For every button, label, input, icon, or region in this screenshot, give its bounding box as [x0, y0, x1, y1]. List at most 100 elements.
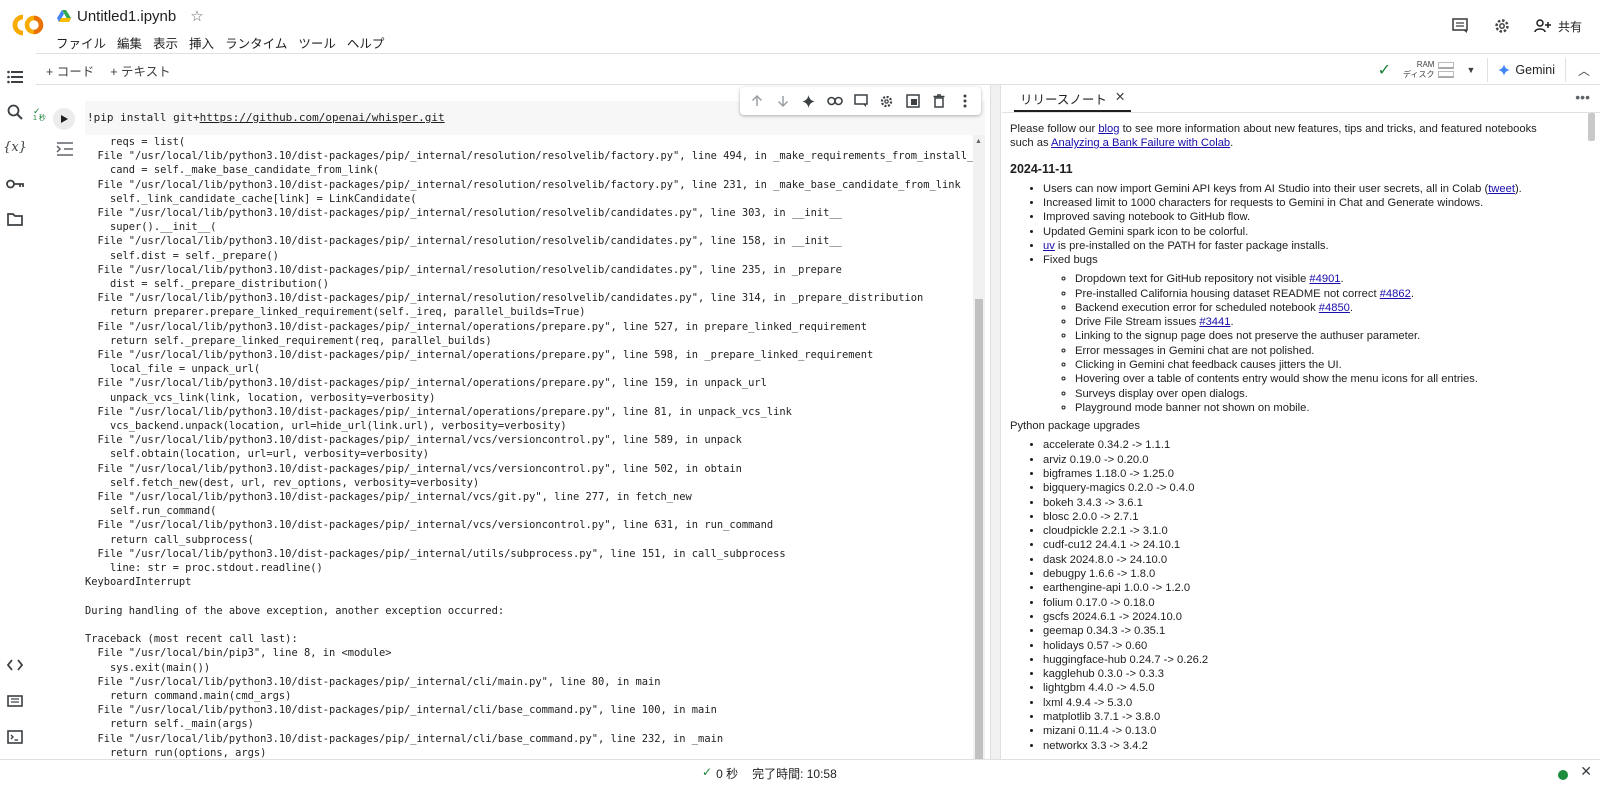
package-item: matplotlib 3.7.1 -> 3.8.0: [1043, 710, 1558, 724]
output-line: return run(options, args): [85, 746, 267, 759]
output-scroll-thumb[interactable]: [975, 299, 983, 759]
package-item: blosc 2.0.0 -> 2.7.1: [1043, 510, 1558, 524]
package-item: gscfs 2024.6.1 -> 2024.10.0: [1043, 610, 1558, 624]
release-note-link[interactable]: #4901: [1309, 273, 1340, 285]
list-item: Clicking in Gemini chat feedback causes …: [1075, 358, 1558, 372]
list-item: Surveys display over open dialogs.: [1075, 387, 1558, 401]
gear-icon[interactable]: [1492, 16, 1512, 36]
link-icon[interactable]: [826, 93, 843, 110]
status-duration: 0 秒: [716, 767, 739, 781]
chevron-up-icon[interactable]: ︿: [1578, 62, 1590, 79]
menu-help[interactable]: ヘルプ: [347, 33, 385, 52]
menu-view[interactable]: 表示: [153, 33, 178, 52]
code-url-link[interactable]: https://github.com/openai/whisper.git: [200, 111, 445, 124]
trash-icon[interactable]: [930, 93, 947, 110]
release-note-link[interactable]: #4850: [1319, 302, 1350, 314]
list-item: Pre-installed California housing dataset…: [1075, 287, 1558, 301]
output-line: self._link_candidate_cache[link] = LinkC…: [85, 192, 417, 205]
add-code-button[interactable]: + コード: [46, 61, 94, 80]
list-item: Drive File Stream issues #3441.: [1075, 315, 1558, 329]
gemini-button[interactable]: Gemini: [1487, 58, 1566, 82]
panel-splitter[interactable]: [990, 85, 1001, 759]
variables-icon[interactable]: {x}: [3, 137, 27, 157]
output-scrollbar[interactable]: ▲: [973, 135, 985, 759]
release-items: Users can now import Gemini API keys fro…: [1010, 182, 1558, 416]
gear-icon[interactable]: [878, 93, 895, 110]
output-line: self.run_command(: [85, 505, 217, 518]
gemini-spark-icon[interactable]: [800, 93, 817, 110]
output-line: KeyboardInterrupt: [85, 576, 192, 589]
release-notes-panel: リリースノート ✕ ••• Please follow our blog to …: [1002, 85, 1600, 759]
package-item: lightgbm 4.4.0 -> 4.5.0: [1043, 681, 1558, 695]
code-snippets-icon[interactable]: [5, 655, 25, 675]
share-button[interactable]: 共有: [1534, 18, 1582, 35]
output-line: File "/usr/local/lib/python3.10/dist-pac…: [85, 235, 842, 248]
package-item: cloudpickle 2.2.1 -> 3.1.0: [1043, 524, 1558, 538]
release-notes-scroll-thumb[interactable]: [1588, 113, 1595, 141]
notebook-title[interactable]: Untitled1.ipynb: [77, 8, 176, 25]
command-palette-icon[interactable]: [5, 691, 25, 711]
package-item: lxml 4.9.4 -> 5.3.0: [1043, 696, 1558, 710]
release-note-link[interactable]: tweet: [1488, 183, 1515, 195]
table-of-contents-icon[interactable]: [5, 67, 25, 87]
menu-runtime[interactable]: ランタイム: [225, 33, 287, 52]
comment-icon[interactable]: [852, 93, 869, 110]
more-vert-icon[interactable]: [956, 93, 973, 110]
release-note-link[interactable]: #3441: [1199, 316, 1230, 328]
status-info[interactable]: ✓ 0 秒 完了時間: 10:58: [702, 765, 837, 782]
close-icon[interactable]: ✕: [1580, 763, 1592, 780]
package-item: holidays 0.57 -> 0.60: [1043, 639, 1558, 653]
package-item: geemap 0.34.3 -> 0.35.1: [1043, 624, 1558, 638]
mirror-cell-icon[interactable]: [904, 93, 921, 110]
close-icon[interactable]: ✕: [1115, 89, 1125, 110]
chevron-down-icon[interactable]: ▼: [1466, 65, 1475, 75]
comment-icon[interactable]: [1450, 16, 1470, 36]
output-line: Traceback (most recent call last):: [85, 633, 298, 646]
output-line: File "/usr/local/lib/python3.10/dist-pac…: [85, 320, 867, 333]
release-note-link[interactable]: #4862: [1380, 288, 1411, 300]
output-line: local_file = unpack_url(: [85, 363, 261, 376]
package-item: mizani 0.11.4 -> 0.13.0: [1043, 724, 1558, 738]
status-check-icon: ✓: [702, 765, 713, 779]
output-line: unpack_vcs_link(link, location, verbosit…: [85, 391, 436, 404]
output-menu-icon[interactable]: [56, 141, 74, 157]
key-icon[interactable]: [5, 174, 25, 194]
move-down-icon[interactable]: [774, 93, 791, 110]
list-item: Dropdown text for GitHub repository not …: [1075, 272, 1558, 286]
play-icon: [61, 115, 68, 123]
more-horiz-icon[interactable]: •••: [1575, 89, 1590, 105]
folder-icon[interactable]: [5, 209, 25, 229]
output-line: sys.exit(main()): [85, 661, 211, 674]
menu-tools[interactable]: ツール: [298, 33, 336, 52]
run-cell-button[interactable]: [53, 108, 75, 130]
resource-bars: [1438, 62, 1455, 78]
package-item: bokeh 3.4.3 -> 3.6.1: [1043, 496, 1558, 510]
cell-toolbar: [740, 87, 981, 115]
menu-file[interactable]: ファイル: [56, 33, 106, 52]
output-line: File "/usr/local/lib/python3.10/dist-pac…: [85, 462, 742, 475]
search-icon[interactable]: [5, 102, 25, 122]
blog-link[interactable]: blog: [1098, 123, 1119, 135]
colab-logo-icon[interactable]: [9, 11, 45, 39]
terminal-icon[interactable]: [5, 727, 25, 747]
list-item: Linking to the signup page does not pres…: [1075, 329, 1558, 343]
menu-edit[interactable]: 編集: [117, 33, 142, 52]
google-drive-icon[interactable]: [57, 10, 71, 22]
release-note-link[interactable]: uv: [1043, 240, 1055, 252]
toolbar-left: + コード + テキスト: [46, 61, 171, 80]
list-item: Fixed bugsDropdown text for GitHub repos…: [1043, 253, 1558, 415]
bank-failure-link[interactable]: Analyzing a Bank Failure with Colab: [1051, 137, 1230, 149]
tab-release-notes[interactable]: リリースノート ✕: [1014, 85, 1132, 112]
star-icon[interactable]: ☆: [190, 7, 203, 25]
add-text-button[interactable]: + テキスト: [110, 61, 170, 80]
package-item: debugpy 1.6.6 -> 1.8.0: [1043, 567, 1558, 581]
output-line: self.obtain(location, url=url, verbosity…: [85, 448, 430, 461]
scroll-up-arrow-icon[interactable]: ▲: [975, 138, 982, 145]
resource-monitor[interactable]: RAM ディスク: [1403, 60, 1455, 80]
move-up-icon[interactable]: [748, 93, 765, 110]
disk-label: ディスク: [1403, 70, 1435, 79]
output-line: File "/usr/local/lib/python3.10/dist-pac…: [85, 263, 842, 276]
release-notes-scrollbar[interactable]: [1586, 113, 1596, 759]
menu-insert[interactable]: 挿入: [189, 33, 214, 52]
output-line: File "/usr/local/lib/python3.10/dist-pac…: [85, 675, 661, 688]
